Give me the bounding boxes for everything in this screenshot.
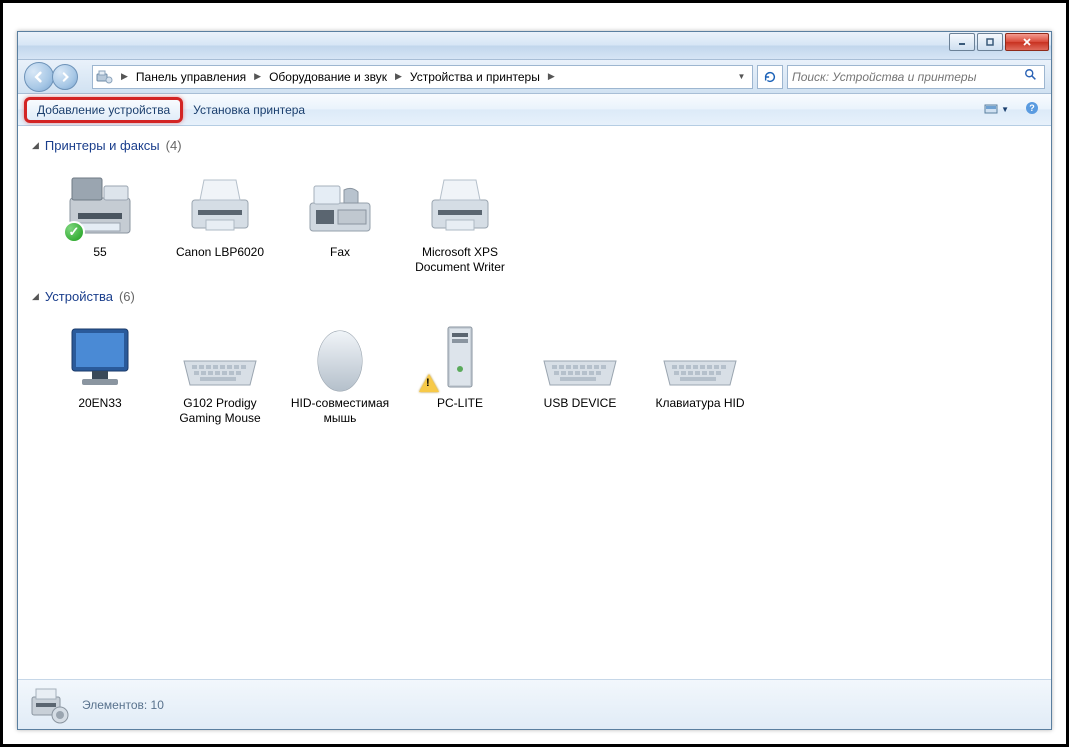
window-controls — [949, 33, 1049, 51]
device-label: USB DEVICE — [544, 396, 617, 411]
breadcrumb-separator-icon: ▶ — [391, 71, 406, 82]
address-bar: ▶ Панель управления ▶ Оборудование и зву… — [18, 60, 1051, 94]
status-bar: Элементов: 10 — [18, 679, 1051, 729]
warning-icon — [419, 374, 439, 392]
breadcrumb-dropdown-icon[interactable]: ▼ — [732, 66, 750, 88]
close-button[interactable] — [1005, 33, 1049, 51]
keyboard-icon — [535, 316, 625, 396]
breadcrumb-separator-icon: ▶ — [544, 71, 559, 82]
device-item[interactable]: G102 Prodigy Gaming Mouse — [160, 310, 280, 432]
search-box[interactable] — [787, 65, 1045, 89]
nav-buttons — [24, 62, 84, 92]
device-label: G102 Prodigy Gaming Mouse — [164, 396, 276, 426]
minimize-button[interactable] — [949, 33, 975, 51]
back-button[interactable] — [24, 62, 54, 92]
search-input[interactable] — [792, 70, 1024, 84]
devices-printers-icon — [95, 68, 115, 86]
breadcrumb-separator-icon: ▶ — [117, 71, 132, 82]
group-title: Устройства — [45, 289, 113, 304]
refresh-button[interactable] — [757, 65, 783, 89]
explorer-window: ▶ Панель управления ▶ Оборудование и зву… — [17, 31, 1052, 730]
device-label: 55 — [93, 245, 106, 260]
content-area: ◢ Принтеры и факсы (4) ✓ 55 — [18, 126, 1051, 679]
device-item[interactable]: Клавиатура HID — [640, 310, 760, 432]
device-item[interactable]: Canon LBP6020 — [160, 159, 280, 281]
svg-text:?: ? — [1029, 103, 1035, 113]
breadcrumb-item[interactable]: Панель управления — [134, 70, 248, 84]
collapse-icon: ◢ — [32, 291, 39, 302]
breadcrumb[interactable]: ▶ Панель управления ▶ Оборудование и зву… — [92, 65, 753, 89]
forward-button[interactable] — [52, 64, 78, 90]
titlebar — [18, 32, 1051, 60]
device-label: HID-совместимая мышь — [284, 396, 396, 426]
keyboard-icon — [655, 316, 745, 396]
help-button[interactable]: ? — [1019, 99, 1045, 120]
device-label: Fax — [330, 245, 350, 260]
device-label: Canon LBP6020 — [176, 245, 264, 260]
default-check-icon: ✓ — [63, 221, 85, 243]
status-text: Элементов: 10 — [82, 698, 164, 712]
fax-icon — [295, 165, 385, 245]
group-header-devices[interactable]: ◢ Устройства (6) — [30, 281, 1051, 310]
printer-multifunction-icon: ✓ — [55, 165, 145, 245]
mouse-icon — [295, 316, 385, 396]
add-printer-button[interactable]: Установка принтера — [183, 99, 315, 121]
devices-grid: 20EN33 G102 Prodigy Gaming Mouse — [30, 310, 1051, 432]
group-count: (4) — [166, 138, 182, 153]
device-item[interactable]: ✓ 55 — [40, 159, 160, 281]
device-label: Клавиатура HID — [656, 396, 745, 411]
device-label: Microsoft XPS Document Writer — [404, 245, 516, 275]
device-item[interactable]: 20EN33 — [40, 310, 160, 432]
printer-laser-icon — [415, 165, 505, 245]
printer-laser-icon — [175, 165, 265, 245]
pc-tower-icon — [415, 316, 505, 396]
group-title: Принтеры и факсы — [45, 138, 160, 153]
maximize-button[interactable] — [977, 33, 1003, 51]
device-item[interactable]: Fax — [280, 159, 400, 281]
device-label: PC-LITE — [437, 396, 483, 411]
collapse-icon: ◢ — [32, 140, 39, 151]
breadcrumb-item[interactable]: Устройства и принтеры — [408, 70, 542, 84]
printers-grid: ✓ 55 Canon LBP6020 — [30, 159, 1051, 281]
group-count: (6) — [119, 289, 135, 304]
device-item[interactable]: PC-LITE — [400, 310, 520, 432]
add-device-button[interactable]: Добавление устройства — [24, 97, 183, 123]
keyboard-icon — [175, 316, 265, 396]
group-header-printers[interactable]: ◢ Принтеры и факсы (4) — [30, 130, 1051, 159]
devices-printers-icon — [28, 685, 72, 725]
toolbar: Добавление устройства Установка принтера… — [18, 94, 1051, 126]
search-icon[interactable] — [1024, 68, 1040, 85]
device-item[interactable]: USB DEVICE — [520, 310, 640, 432]
device-label: 20EN33 — [78, 396, 121, 411]
monitor-icon — [55, 316, 145, 396]
breadcrumb-separator-icon: ▶ — [250, 71, 265, 82]
device-item[interactable]: HID-совместимая мышь — [280, 310, 400, 432]
view-options-button[interactable]: ▼ — [980, 102, 1013, 118]
device-item[interactable]: Microsoft XPS Document Writer — [400, 159, 520, 281]
breadcrumb-item[interactable]: Оборудование и звук — [267, 70, 389, 84]
